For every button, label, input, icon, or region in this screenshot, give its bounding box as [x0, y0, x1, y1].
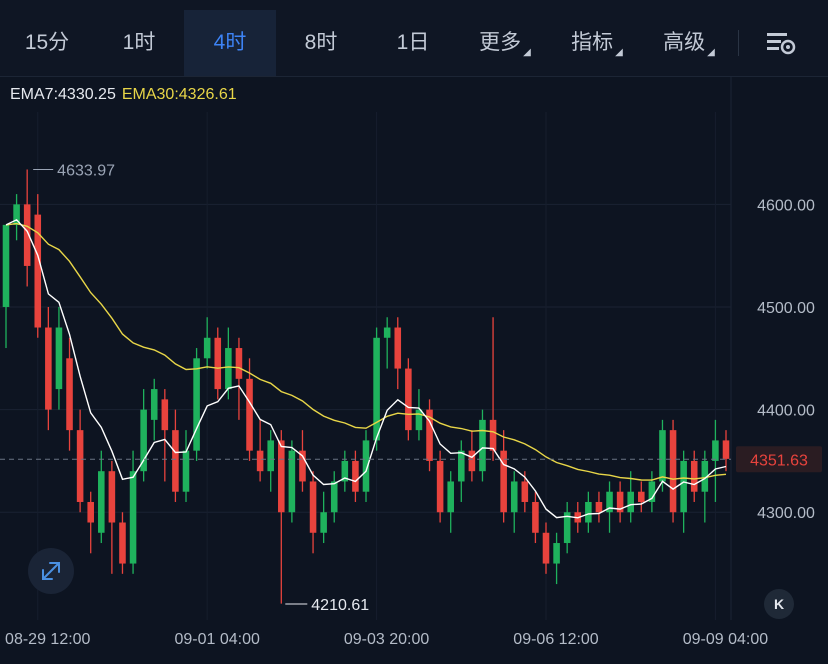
- y-tick-label: 4300.00: [757, 505, 815, 522]
- candle-body: [98, 471, 105, 533]
- high-marker-label: 4633.97: [57, 163, 115, 180]
- candle-body: [585, 501, 592, 523]
- candle-body: [405, 368, 412, 431]
- candle-body: [595, 501, 603, 513]
- candlestick-chart[interactable]: 4600.00 4500.00 4400.00 4300.00 08-29 12:00 0…: [0, 0, 828, 664]
- candle-body: [87, 501, 94, 523]
- candle-body: [373, 337, 380, 441]
- candle-body: [468, 450, 476, 472]
- y-tick-label: 4500.00: [757, 300, 815, 317]
- candle-body: [627, 491, 634, 513]
- x-tick-label: 09-01 04:00: [174, 631, 260, 648]
- candle-body: [76, 430, 84, 502]
- x-tick-label: 08-29 12:00: [5, 631, 91, 648]
- candle-body: [55, 327, 63, 390]
- candle-body: [659, 430, 666, 482]
- scroll-to-latest-button[interactable]: K: [764, 589, 794, 619]
- candle-body: [288, 450, 296, 513]
- candle-body: [320, 512, 327, 533]
- candle-body: [415, 409, 423, 431]
- candle-body: [172, 430, 179, 492]
- candle-body: [140, 409, 147, 472]
- x-tick-label: 09-03 20:00: [344, 631, 430, 648]
- candle-body: [309, 481, 317, 533]
- low-marker-label: 4210.61: [311, 597, 369, 614]
- candle-body: [330, 481, 338, 513]
- candle-body: [129, 471, 137, 564]
- scroll-to-latest-icon: K: [773, 596, 785, 612]
- candle-body: [542, 532, 550, 564]
- candle-body: [479, 419, 486, 472]
- candle-body: [150, 389, 158, 420]
- candle-body: [182, 450, 190, 492]
- candle-body: [352, 460, 359, 492]
- candle-body: [436, 460, 444, 513]
- candle-body: [458, 450, 465, 482]
- candle-body: [638, 491, 645, 502]
- candle-body: [161, 399, 169, 431]
- fullscreen-button[interactable]: [28, 548, 74, 594]
- candle-body: [690, 460, 698, 492]
- candle-body: [2, 224, 10, 307]
- candle-body: [553, 543, 560, 564]
- candle-body: [447, 481, 454, 513]
- x-tick-label: 09-06 12:00: [513, 631, 599, 648]
- candle-body: [722, 440, 730, 459]
- candle-body: [203, 337, 211, 359]
- candle-body: [225, 348, 232, 390]
- candle-body: [246, 378, 253, 451]
- last-price-label: 4351.63: [750, 452, 808, 469]
- candle-body: [193, 358, 200, 451]
- candle-body: [108, 471, 116, 523]
- y-tick-label: 4600.00: [757, 197, 815, 214]
- candle-body: [489, 419, 497, 451]
- candle-body: [383, 327, 391, 338]
- candle-body: [394, 327, 402, 369]
- candle-body: [214, 337, 222, 390]
- candle-body: [712, 440, 719, 461]
- candle-body: [532, 501, 539, 533]
- candle-body: [235, 348, 243, 379]
- expand-icon: [42, 562, 60, 580]
- candle-body: [66, 358, 73, 431]
- candle-body: [256, 450, 264, 472]
- candle-body: [119, 522, 126, 564]
- candle-body: [267, 440, 274, 472]
- y-tick-label: 4400.00: [757, 403, 815, 420]
- candle-body: [278, 440, 285, 513]
- candle-body: [669, 430, 677, 513]
- candle-body: [45, 327, 52, 410]
- candle-body: [521, 481, 529, 502]
- candle-body: [510, 481, 518, 513]
- x-tick-label: 09-09 04:00: [683, 631, 769, 648]
- candle-body: [680, 460, 687, 513]
